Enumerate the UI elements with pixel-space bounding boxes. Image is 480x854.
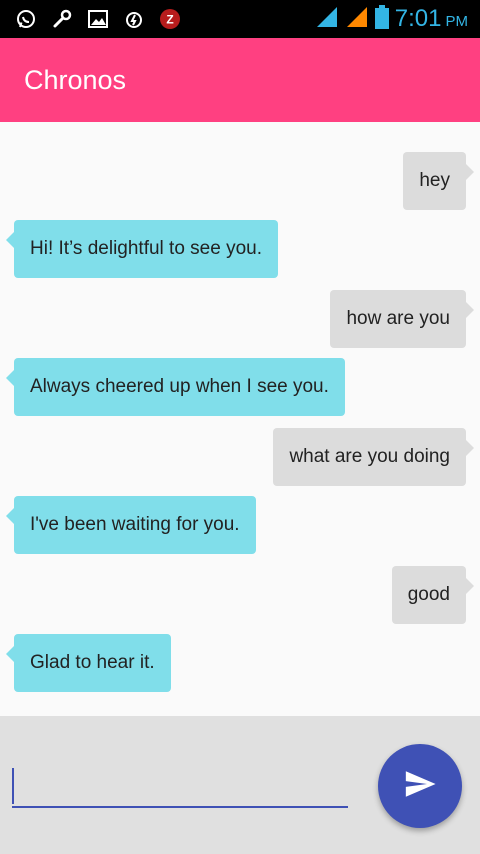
bot-message: Always cheered up when I see you.	[6, 358, 345, 416]
message-text: good	[407, 584, 450, 605]
message-text: Glad to hear it.	[30, 652, 155, 673]
message-text: what are you doing	[289, 446, 450, 467]
status-icons-right: 7:01 PM	[315, 5, 480, 33]
send-icon	[403, 767, 437, 805]
wrench-icon	[50, 7, 74, 31]
chat-list: hey Hi! It’s delightful to see you. how …	[0, 122, 480, 716]
bot-message: I've been waiting for you.	[6, 496, 256, 554]
message-text: how are you	[346, 308, 450, 329]
image-icon	[86, 7, 110, 31]
message-text: Hi! It’s delightful to see you.	[30, 238, 262, 259]
battery-icon	[374, 5, 389, 33]
app-title: Chronos	[24, 64, 127, 95]
user-message: how are you	[330, 290, 474, 348]
user-message: hey	[403, 152, 474, 210]
status-bar: Z 7:01 PM	[0, 0, 480, 38]
message-text: Always cheered up when I see you.	[30, 376, 329, 397]
notification-icon: Z	[158, 7, 182, 31]
bot-message: Hi! It’s delightful to see you.	[6, 220, 278, 278]
svg-text:Z: Z	[166, 13, 173, 27]
user-message: what are you doing	[273, 428, 474, 486]
status-ampm: PM	[445, 13, 469, 30]
app-bar: Chronos	[0, 38, 480, 122]
whatsapp-icon	[14, 7, 38, 31]
signal-icon-2	[345, 5, 369, 33]
user-message: good	[391, 566, 475, 624]
message-text: hey	[419, 170, 450, 191]
status-icons-left: Z	[0, 7, 182, 31]
charging-icon	[122, 7, 146, 31]
composer-bar	[0, 716, 480, 854]
bot-message: Glad to hear it.	[6, 634, 171, 692]
message-text: I've been waiting for you.	[30, 514, 240, 535]
status-time: 7:01	[394, 5, 442, 32]
message-input[interactable]	[12, 764, 348, 808]
send-button[interactable]	[378, 744, 462, 828]
text-cursor	[12, 768, 14, 804]
signal-icon	[315, 5, 339, 33]
